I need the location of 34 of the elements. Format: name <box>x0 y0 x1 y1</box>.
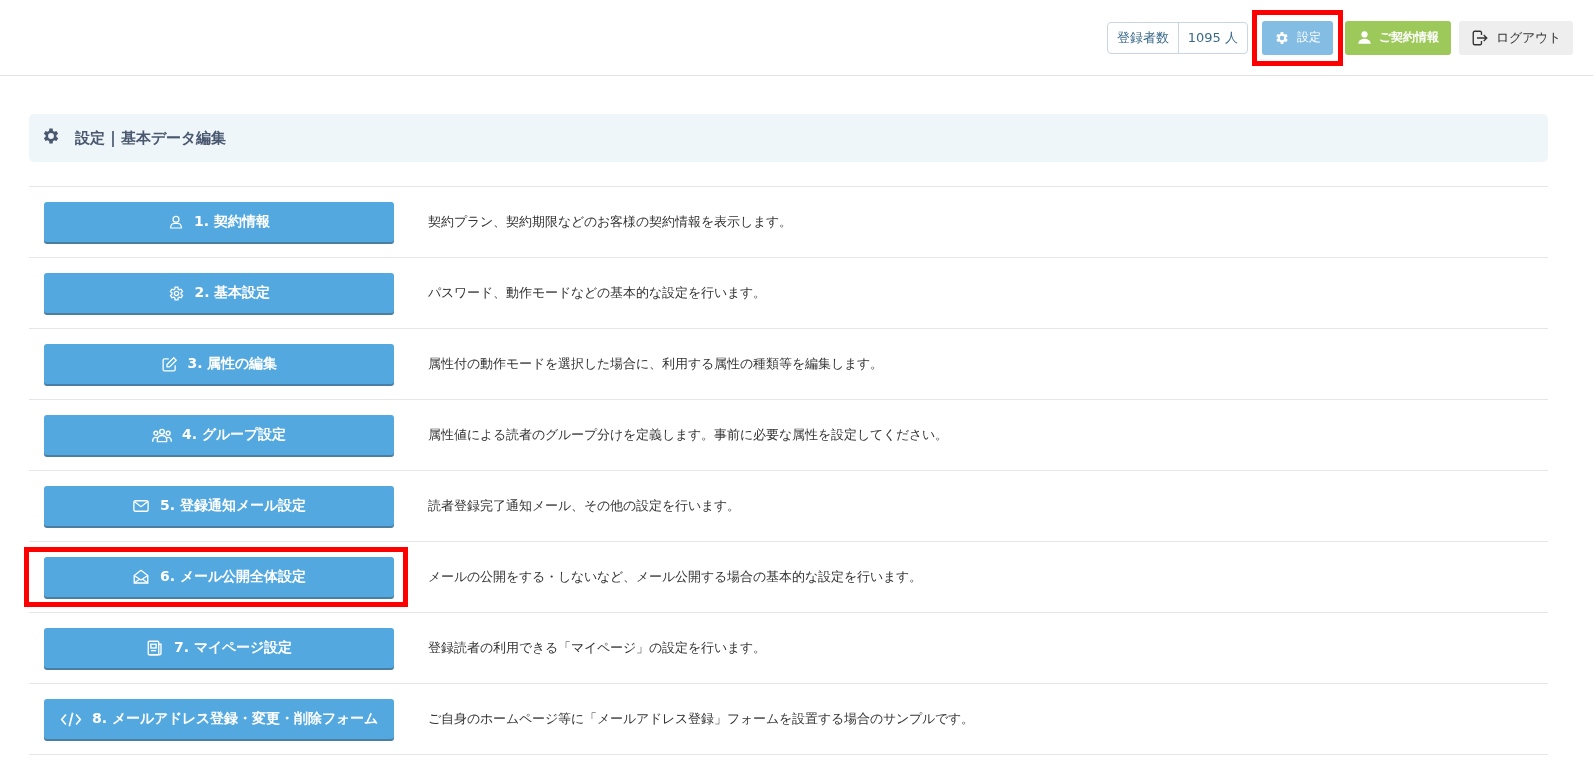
gear-icon <box>167 284 185 302</box>
person-icon <box>1357 30 1372 45</box>
menu-description: 登録読者の利用できる「マイページ」の設定を行います。 <box>428 639 766 657</box>
menu-button[interactable]: 5. 登録通知メール設定 <box>44 486 394 526</box>
open-envelope-icon <box>132 568 151 586</box>
code-icon <box>60 710 83 728</box>
envelope-icon <box>132 497 151 515</box>
newspaper-icon <box>146 639 165 657</box>
menu-description: メールの公開をする・しないなど、メール公開する場合の基本的な設定を行います。 <box>428 568 922 586</box>
edit-icon <box>160 355 178 373</box>
menu-button[interactable]: 7. マイページ設定 <box>44 628 394 668</box>
logout-icon <box>1471 28 1489 47</box>
menu-description: 契約プラン、契約期限などのお客様の契約情報を表示します。 <box>428 213 792 231</box>
contract-info-button[interactable]: ご契約情報 <box>1345 20 1451 55</box>
count-value: 1095 人 <box>1186 28 1239 47</box>
menu-button[interactable]: 4. グループ設定 <box>44 415 394 455</box>
menu-button[interactable]: 1. 契約情報 <box>44 202 394 242</box>
settings-icon <box>41 126 61 146</box>
menu-button[interactable]: 2. 基本設定 <box>44 273 394 313</box>
menu-description: パスワード、動作モードなどの基本的な設定を行います。 <box>428 284 766 302</box>
logout-button[interactable]: ログアウト <box>1459 20 1573 55</box>
menu-description: ご自身のホームページ等に「メールアドレス登録」フォームを設置する場合のサンプルです。 <box>428 710 974 728</box>
count-label: 登録者数 <box>1107 22 1179 53</box>
person-icon <box>168 214 185 230</box>
menu-description: 属性値による読者のグループ分けを定義します。事前に必要な属性を設定してください。 <box>428 426 948 444</box>
menu-description: 属性付の動作モードを選択した場合に、利用する属性の種類等を編集します。 <box>428 355 883 373</box>
settings-button[interactable]: 設定 <box>1262 20 1333 55</box>
page-title: 設定 | 基本データ編集 <box>75 128 226 148</box>
menu-button[interactable]: 3. 属性の編集 <box>44 344 394 384</box>
settings-icon <box>1274 29 1290 46</box>
menu-button[interactable]: 6. メール公開全体設定 <box>44 557 394 597</box>
people-icon <box>152 426 173 444</box>
menu-description: 読者登録完了通知メール、その他の設定を行います。 <box>428 497 740 515</box>
menu-button[interactable]: 8. メールアドレス登録・変更・削除フォーム <box>44 699 394 739</box>
